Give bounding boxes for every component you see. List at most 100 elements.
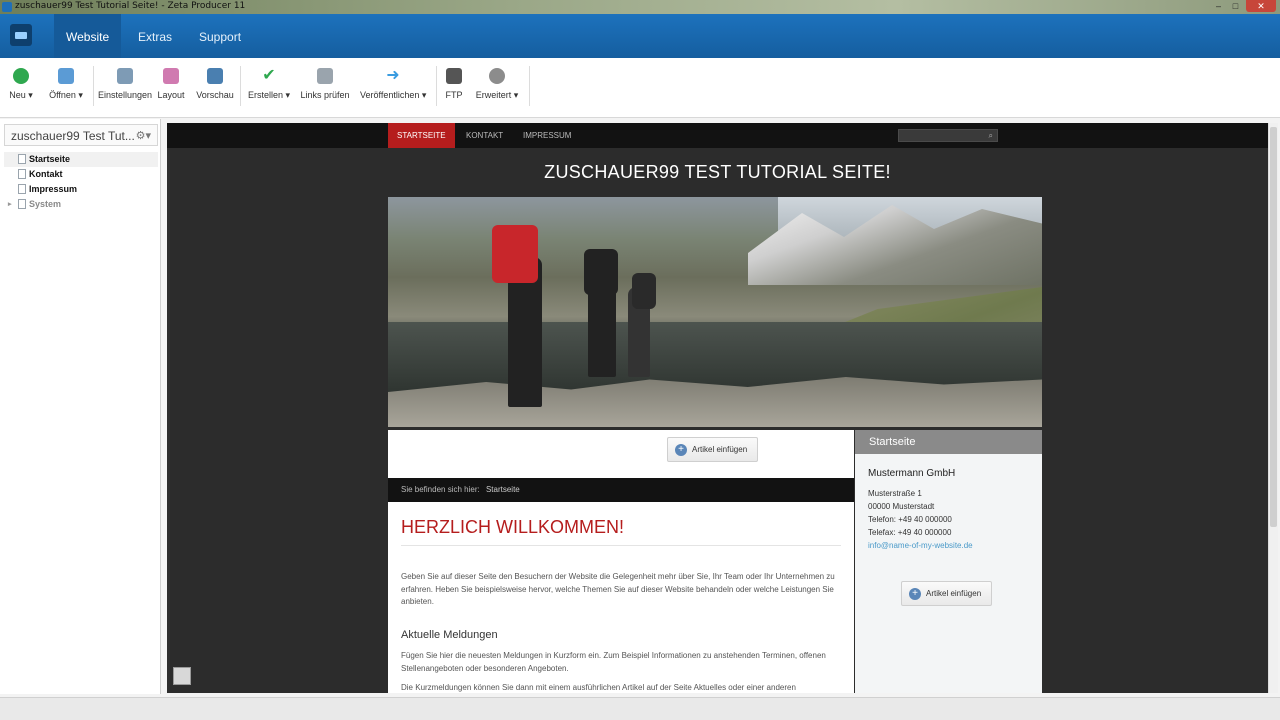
insert-article-label: Artikel einfügen	[692, 445, 748, 454]
project-panel: zuschauer99 Test Tut... ⚙▾ Startseite Ko…	[0, 119, 161, 694]
fax-text: Telefax: +49 40 000000	[868, 528, 952, 537]
new-icon	[13, 68, 29, 84]
preview-label: Vorschau	[196, 90, 234, 100]
maximize-button[interactable]: □	[1228, 0, 1243, 12]
window-title-bar: zuschauer99 Test Tutorial Seite! - Zeta …	[0, 0, 1280, 14]
insert-article-button-sidebar[interactable]: + Artikel einfügen	[901, 581, 993, 606]
site-nav-startseite[interactable]: STARTSEITE	[388, 123, 455, 148]
red-backpack	[492, 225, 538, 283]
page-icon	[18, 184, 26, 194]
city-text: 00000 Musterstadt	[868, 502, 935, 511]
preview-scrollbar[interactable]	[1268, 123, 1278, 693]
scrollbar-thumb[interactable]	[1270, 127, 1277, 527]
open-label: Öffnen ▾	[49, 90, 83, 100]
hero-lake	[388, 322, 1042, 392]
toolbar-divider	[436, 66, 437, 106]
page-tree-item-impressum[interactable]: Impressum	[4, 182, 158, 197]
advanced-button[interactable]: Erweitert ▾	[474, 68, 520, 114]
gear-icon[interactable]: ⚙▾	[136, 129, 151, 142]
toolbar-divider	[93, 66, 94, 106]
breadcrumb-prefix: Sie befinden sich hier:	[401, 485, 480, 494]
ftp-button[interactable]: FTP	[442, 68, 466, 114]
create-button[interactable]: ✔ Erstellen ▾	[246, 68, 292, 114]
search-icon[interactable]: ⌕	[989, 130, 993, 142]
breadcrumb: Sie befinden sich hier: Startseite	[388, 478, 854, 502]
settings-icon	[117, 68, 133, 84]
page-icon	[18, 199, 26, 209]
window-title: zuschauer99 Test Tutorial Seite! - Zeta …	[15, 1, 246, 11]
page-tree-item-startseite[interactable]: Startseite	[4, 152, 158, 167]
phone-text: Telefon: +49 40 000000	[868, 515, 952, 524]
black-backpack	[584, 249, 618, 295]
insert-article-label: Artikel einfügen	[926, 589, 982, 598]
arrow-right-icon: ➜	[386, 67, 400, 84]
minimize-button[interactable]: –	[1211, 0, 1226, 12]
monitor-icon	[207, 68, 223, 84]
advanced-label: Erweitert ▾	[475, 90, 519, 100]
page-label: System	[29, 199, 62, 209]
ftp-icon	[446, 68, 462, 84]
toolbar-divider	[529, 66, 530, 106]
publish-button[interactable]: ➜ Veröffentlichen ▾	[360, 68, 426, 114]
email-link[interactable]: info@name-of-my-website.de	[868, 541, 973, 550]
insert-article-button[interactable]: + Artikel einfügen	[667, 437, 759, 462]
new-button[interactable]: Neu ▾	[6, 68, 36, 114]
layout-button[interactable]: Layout	[156, 68, 186, 114]
preview-button[interactable]: Vorschau	[196, 68, 234, 114]
check-links-button[interactable]: Links prüfen	[300, 68, 350, 114]
news-text: Fügen Sie hier die neuesten Meldungen in…	[401, 651, 826, 673]
open-button[interactable]: Öffnen ▾	[46, 68, 86, 114]
hero-rocks	[388, 377, 1042, 427]
tab-support[interactable]: Support	[187, 14, 253, 58]
settings-label: Einstellungen	[98, 90, 153, 100]
folder-icon	[58, 68, 74, 84]
toolbar: Neu ▾ Öffnen ▾ Einstellungen Layout Vors…	[0, 58, 1280, 118]
project-name: zuschauer99 Test Tut...	[11, 129, 135, 143]
site-nav-kontakt[interactable]: KONTAKT	[457, 123, 512, 148]
sidebar-heading: Startseite	[855, 430, 1042, 454]
page-icon	[18, 154, 26, 164]
main-content: + Artikel einfügen Sie befinden sich hie…	[388, 430, 854, 693]
project-selector[interactable]: zuschauer99 Test Tut... ⚙▾	[4, 124, 158, 146]
tab-extras[interactable]: Extras	[126, 14, 184, 58]
website-preview: STARTSEITE KONTAKT IMPRESSUM ⌕ ZUSCHAUER…	[167, 123, 1268, 693]
page-label: Kontakt	[29, 169, 63, 179]
site-search-input[interactable]: ⌕	[898, 129, 998, 142]
tab-website[interactable]: Website	[54, 14, 122, 64]
welcome-heading: HERZLICH WILLKOMMEN!	[401, 517, 625, 537]
page-icon	[18, 169, 26, 179]
create-label: Erstellen ▾	[247, 90, 291, 100]
plus-icon: +	[675, 444, 687, 456]
expand-arrow-icon[interactable]: ▸	[8, 197, 12, 212]
page-label: Impressum	[29, 184, 78, 194]
ribbon-menu: Website Extras Support	[0, 14, 1280, 64]
intro-text: Geben Sie auf dieser Seite den Besuchern…	[401, 572, 835, 606]
toolbar-divider	[240, 66, 241, 106]
breadcrumb-current[interactable]: Startseite	[486, 485, 520, 494]
hero-image	[388, 197, 1042, 427]
news-heading: Aktuelle Meldungen	[401, 629, 498, 641]
settings-button[interactable]: Einstellungen	[98, 68, 152, 114]
page-tree-item-kontakt[interactable]: Kontakt	[4, 167, 158, 182]
site-navigation: STARTSEITE KONTAKT IMPRESSUM ⌕	[167, 123, 1268, 148]
links-icon	[317, 68, 333, 84]
street-text: Musterstraße 1	[868, 489, 922, 498]
page-label: Startseite	[29, 154, 71, 164]
preview-toggle-icon[interactable]	[173, 667, 191, 685]
page-tree-item-system[interactable]: ▸ System	[4, 197, 158, 212]
news-text-2: Die Kurzmeldungen können Sie dann mit ei…	[401, 683, 796, 692]
publish-label: Veröffentlichen ▾	[360, 90, 427, 100]
divider	[401, 545, 841, 546]
layout-icon	[163, 68, 179, 84]
layout-label: Layout	[157, 90, 185, 100]
close-button[interactable]: ✕	[1246, 0, 1276, 12]
site-nav-impressum[interactable]: IMPRESSUM	[514, 123, 580, 148]
check-icon: ✔	[262, 67, 276, 84]
app-logo-icon[interactable]	[10, 24, 32, 46]
company-name: Mustermann GmbH	[868, 468, 956, 479]
app-icon	[2, 2, 12, 12]
plus-icon: +	[909, 588, 921, 600]
gear-icon	[489, 68, 505, 84]
status-bar	[0, 697, 1280, 720]
check-links-label: Links prüfen	[300, 90, 350, 100]
